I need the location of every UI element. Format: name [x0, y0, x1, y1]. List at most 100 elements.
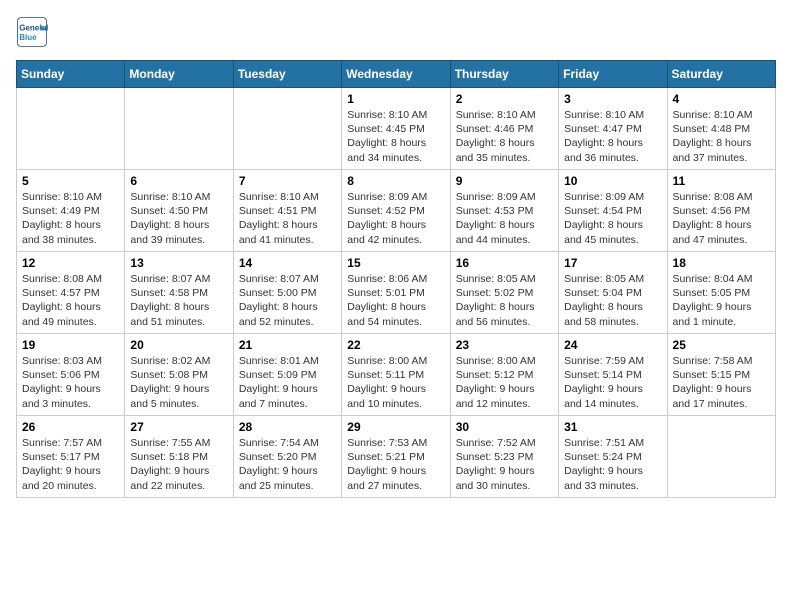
day-number: 19: [22, 338, 119, 352]
page-header: General Blue: [16, 16, 776, 48]
day-number: 8: [347, 174, 444, 188]
day-number: 14: [239, 256, 336, 270]
calendar-cell: 4Sunrise: 8:10 AM Sunset: 4:48 PM Daylig…: [667, 88, 775, 170]
day-number: 3: [564, 92, 661, 106]
calendar-cell: 28 Sunrise: 7:54 AM Sunset: 5:20 PM Dayli…: [233, 416, 341, 498]
day-info: Sunrise: 8:05 AM Sunset: 5:04 PM Dayligh…: [564, 272, 661, 329]
day-number: 20: [130, 338, 227, 352]
week-row-2: 5Sunrise: 8:10 AM Sunset: 4:49 PM Daylig…: [17, 170, 776, 252]
day-number: 17: [564, 256, 661, 270]
calendar-cell: 29 Sunrise: 7:53 AM Sunset: 5:21 PM Dayli…: [342, 416, 450, 498]
day-number: 9: [456, 174, 553, 188]
svg-text:Blue: Blue: [19, 33, 37, 42]
calendar-cell: [125, 88, 233, 170]
calendar-cell: [667, 416, 775, 498]
day-info: Sunrise: 8:10 AM Sunset: 4:45 PM Dayligh…: [347, 108, 444, 165]
calendar-cell: 7 Sunrise: 8:10 AM Sunset: 4:51 PM Daylig…: [233, 170, 341, 252]
weekday-header-wednesday: Wednesday: [342, 61, 450, 88]
calendar-cell: 5Sunrise: 8:10 AM Sunset: 4:49 PM Daylig…: [17, 170, 125, 252]
day-number: 4: [673, 92, 770, 106]
calendar-cell: 6 Sunrise: 8:10 AM Sunset: 4:50 PM Daylig…: [125, 170, 233, 252]
day-number: 12: [22, 256, 119, 270]
calendar-cell: 9 Sunrise: 8:09 AM Sunset: 4:53 PM Daylig…: [450, 170, 558, 252]
calendar-cell: 14Sunrise: 8:07 AM Sunset: 5:00 PM Dayli…: [233, 252, 341, 334]
day-info: Sunrise: 8:00 AM Sunset: 5:12 PM Dayligh…: [456, 354, 553, 411]
calendar-cell: 2 Sunrise: 8:10 AM Sunset: 4:46 PM Daylig…: [450, 88, 558, 170]
day-number: 10: [564, 174, 661, 188]
day-number: 5: [22, 174, 119, 188]
day-number: 16: [456, 256, 553, 270]
day-info: Sunrise: 7:53 AM Sunset: 5:21 PM Dayligh…: [347, 436, 444, 493]
calendar-table: SundayMondayTuesdayWednesdayThursdayFrid…: [16, 60, 776, 498]
week-row-5: 26 Sunrise: 7:57 AM Sunset: 5:17 PM Dayli…: [17, 416, 776, 498]
calendar-cell: 15 Sunrise: 8:06 AM Sunset: 5:01 PM Dayli…: [342, 252, 450, 334]
day-number: 21: [239, 338, 336, 352]
calendar-cell: [17, 88, 125, 170]
calendar-cell: 18 Sunrise: 8:04 AM Sunset: 5:05 PM Dayli…: [667, 252, 775, 334]
day-number: 6: [130, 174, 227, 188]
day-info: Sunrise: 8:08 AM Sunset: 4:56 PM Dayligh…: [673, 190, 770, 247]
calendar-cell: 16 Sunrise: 8:05 AM Sunset: 5:02 PM Dayli…: [450, 252, 558, 334]
calendar-cell: 27Sunrise: 7:55 AM Sunset: 5:18 PM Dayli…: [125, 416, 233, 498]
day-number: 28: [239, 420, 336, 434]
calendar-cell: 13 Sunrise: 8:07 AM Sunset: 4:58 PM Dayli…: [125, 252, 233, 334]
day-info: Sunrise: 8:10 AM Sunset: 4:47 PM Dayligh…: [564, 108, 661, 165]
calendar-cell: 22 Sunrise: 8:00 AM Sunset: 5:11 PM Dayli…: [342, 334, 450, 416]
day-info: Sunrise: 8:08 AM Sunset: 4:57 PM Dayligh…: [22, 272, 119, 329]
calendar-cell: 3 Sunrise: 8:10 AM Sunset: 4:47 PM Daylig…: [559, 88, 667, 170]
day-info: Sunrise: 8:10 AM Sunset: 4:50 PM Dayligh…: [130, 190, 227, 247]
logo-icon: General Blue: [16, 16, 48, 48]
day-info: Sunrise: 8:09 AM Sunset: 4:53 PM Dayligh…: [456, 190, 553, 247]
weekday-header-friday: Friday: [559, 61, 667, 88]
calendar-cell: 30 Sunrise: 7:52 AM Sunset: 5:23 PM Dayli…: [450, 416, 558, 498]
day-info: Sunrise: 7:51 AM Sunset: 5:24 PM Dayligh…: [564, 436, 661, 493]
day-number: 2: [456, 92, 553, 106]
week-row-4: 19Sunrise: 8:03 AM Sunset: 5:06 PM Dayli…: [17, 334, 776, 416]
weekday-header-saturday: Saturday: [667, 61, 775, 88]
day-number: 31: [564, 420, 661, 434]
day-info: Sunrise: 7:59 AM Sunset: 5:14 PM Dayligh…: [564, 354, 661, 411]
calendar-cell: 8 Sunrise: 8:09 AM Sunset: 4:52 PM Daylig…: [342, 170, 450, 252]
day-number: 1: [347, 92, 444, 106]
calendar-cell: 17 Sunrise: 8:05 AM Sunset: 5:04 PM Dayli…: [559, 252, 667, 334]
day-info: Sunrise: 7:57 AM Sunset: 5:17 PM Dayligh…: [22, 436, 119, 493]
calendar-cell: 11 Sunrise: 8:08 AM Sunset: 4:56 PM Dayli…: [667, 170, 775, 252]
logo: General Blue: [16, 16, 48, 48]
day-info: Sunrise: 8:01 AM Sunset: 5:09 PM Dayligh…: [239, 354, 336, 411]
day-number: 7: [239, 174, 336, 188]
week-row-3: 12 Sunrise: 8:08 AM Sunset: 4:57 PM Dayli…: [17, 252, 776, 334]
day-number: 24: [564, 338, 661, 352]
calendar-cell: 20 Sunrise: 8:02 AM Sunset: 5:08 PM Dayli…: [125, 334, 233, 416]
weekday-header-sunday: Sunday: [17, 61, 125, 88]
calendar-cell: 31 Sunrise: 7:51 AM Sunset: 5:24 PM Dayli…: [559, 416, 667, 498]
day-info: Sunrise: 8:05 AM Sunset: 5:02 PM Dayligh…: [456, 272, 553, 329]
calendar-cell: 1 Sunrise: 8:10 AM Sunset: 4:45 PM Daylig…: [342, 88, 450, 170]
day-number: 30: [456, 420, 553, 434]
day-number: 15: [347, 256, 444, 270]
day-number: 13: [130, 256, 227, 270]
day-number: 27: [130, 420, 227, 434]
calendar-cell: 12 Sunrise: 8:08 AM Sunset: 4:57 PM Dayli…: [17, 252, 125, 334]
weekday-header-thursday: Thursday: [450, 61, 558, 88]
calendar-cell: 10Sunrise: 8:09 AM Sunset: 4:54 PM Dayli…: [559, 170, 667, 252]
calendar-cell: 25 Sunrise: 7:58 AM Sunset: 5:15 PM Dayli…: [667, 334, 775, 416]
day-info: Sunrise: 8:07 AM Sunset: 4:58 PM Dayligh…: [130, 272, 227, 329]
calendar-cell: 19Sunrise: 8:03 AM Sunset: 5:06 PM Dayli…: [17, 334, 125, 416]
day-info: Sunrise: 8:06 AM Sunset: 5:01 PM Dayligh…: [347, 272, 444, 329]
day-info: Sunrise: 7:54 AM Sunset: 5:20 PM Dayligh…: [239, 436, 336, 493]
day-info: Sunrise: 8:09 AM Sunset: 4:52 PM Dayligh…: [347, 190, 444, 247]
day-info: Sunrise: 8:04 AM Sunset: 5:05 PM Dayligh…: [673, 272, 770, 329]
day-number: 25: [673, 338, 770, 352]
calendar-cell: 26 Sunrise: 7:57 AM Sunset: 5:17 PM Dayli…: [17, 416, 125, 498]
day-info: Sunrise: 7:52 AM Sunset: 5:23 PM Dayligh…: [456, 436, 553, 493]
day-info: Sunrise: 8:00 AM Sunset: 5:11 PM Dayligh…: [347, 354, 444, 411]
day-info: Sunrise: 8:02 AM Sunset: 5:08 PM Dayligh…: [130, 354, 227, 411]
day-number: 22: [347, 338, 444, 352]
day-number: 11: [673, 174, 770, 188]
day-number: 26: [22, 420, 119, 434]
day-number: 18: [673, 256, 770, 270]
day-info: Sunrise: 8:10 AM Sunset: 4:46 PM Dayligh…: [456, 108, 553, 165]
day-info: Sunrise: 7:58 AM Sunset: 5:15 PM Dayligh…: [673, 354, 770, 411]
day-number: 29: [347, 420, 444, 434]
day-info: Sunrise: 8:10 AM Sunset: 4:51 PM Dayligh…: [239, 190, 336, 247]
